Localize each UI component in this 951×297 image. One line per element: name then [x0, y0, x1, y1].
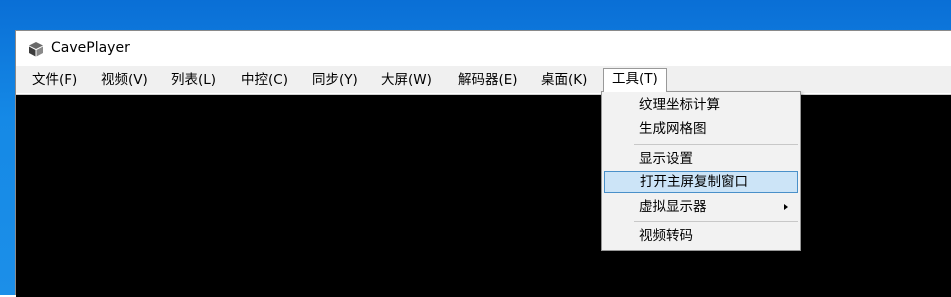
menu-separator — [634, 221, 798, 222]
tools-dropdown-menu: 纹理坐标计算 生成网格图 显示设置 打开主屏复制窗口 虚拟显示器 视频转码 — [601, 91, 801, 251]
menu-item-display-settings[interactable]: 显示设置 — [604, 148, 798, 170]
menu-control[interactable]: 中控(C) — [233, 69, 296, 91]
submenu-arrow-icon — [784, 204, 788, 210]
menu-bigscreen[interactable]: 大屏(W) — [373, 69, 440, 91]
menu-item-texture-coordinate[interactable]: 纹理坐标计算 — [604, 94, 798, 116]
menu-item-generate-grid[interactable]: 生成网格图 — [604, 118, 798, 140]
menu-item-open-mirror-window[interactable]: 打开主屏复制窗口 — [604, 171, 798, 193]
menu-video[interactable]: 视频(V) — [93, 69, 156, 91]
menu-item-video-transcode[interactable]: 视频转码 — [604, 225, 798, 247]
menu-tools[interactable]: 工具(T) — [603, 68, 667, 92]
menu-list[interactable]: 列表(L) — [163, 69, 224, 91]
cube-icon — [29, 42, 43, 57]
menu-file[interactable]: 文件(F) — [24, 69, 85, 91]
menu-sync[interactable]: 同步(Y) — [304, 69, 366, 91]
menu-item-virtual-display[interactable]: 虚拟显示器 — [604, 196, 798, 218]
menu-separator — [634, 144, 798, 145]
video-display-area[interactable] — [16, 94, 951, 297]
menu-desktop[interactable]: 桌面(K) — [533, 69, 595, 91]
menu-decoder[interactable]: 解码器(E) — [450, 69, 526, 91]
title-bar[interactable]: CavePlayer — [16, 31, 951, 66]
menu-bar: 文件(F) 视频(V) 列表(L) 中控(C) 同步(Y) 大屏(W) 解码器(… — [16, 66, 951, 93]
caveplayer-window: CavePlayer 文件(F) 视频(V) 列表(L) 中控(C) 同步(Y)… — [15, 30, 951, 297]
window-title: CavePlayer — [51, 40, 130, 56]
menu-item-label: 虚拟显示器 — [639, 199, 707, 215]
